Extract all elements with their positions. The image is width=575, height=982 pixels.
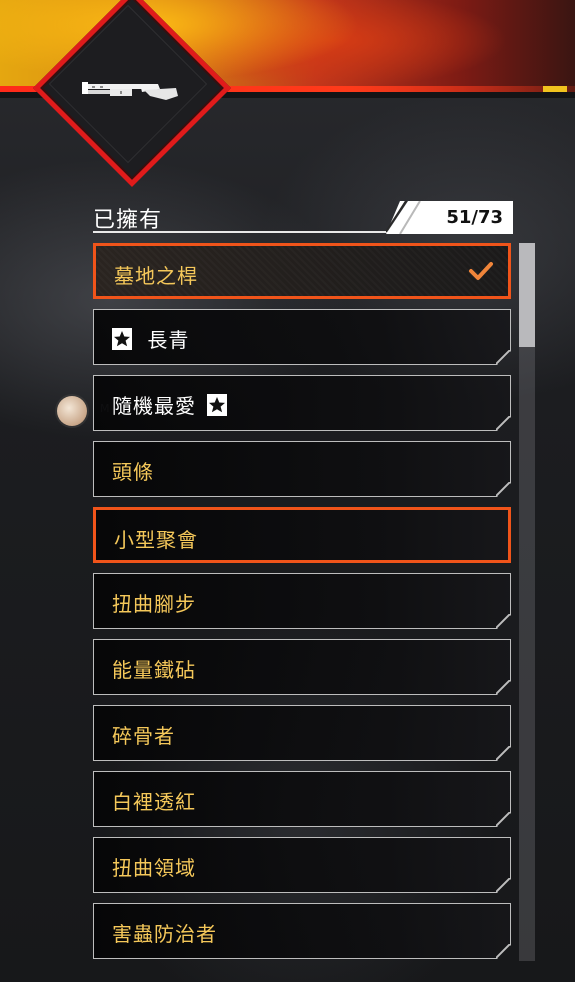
friend-avatar[interactable] xyxy=(57,396,87,426)
corner-notch xyxy=(496,878,510,892)
scrollbar-thumb[interactable] xyxy=(519,243,535,347)
favorite-star-icon xyxy=(207,394,227,416)
skin-label: 白裡透紅 xyxy=(112,790,196,814)
corner-notch xyxy=(496,680,510,694)
skin-item-selected[interactable]: 墓地之桿 xyxy=(93,243,511,299)
skin-item[interactable]: 碎骨者 xyxy=(93,705,511,761)
scrollbar-track[interactable] xyxy=(519,243,535,961)
skin-item[interactable]: 頭條 xyxy=(93,441,511,497)
skin-label: 扭曲腳步 xyxy=(112,592,196,616)
skin-item[interactable]: 隨機最愛 xyxy=(93,375,511,431)
favorite-star-icon xyxy=(112,328,132,350)
check-icon xyxy=(469,262,493,280)
skin-label: 扭曲領域 xyxy=(112,856,196,880)
skin-list: 墓地之桿 長青 隨機最愛 頭條 小型聚會 扭曲腳步 能量鐵砧 碎骨者 白裡透紅 … xyxy=(93,243,511,969)
skin-label-row: 隨機最愛 xyxy=(112,390,227,419)
skin-label: 小型聚會 xyxy=(114,528,198,552)
skin-item-equipped[interactable]: 小型聚會 xyxy=(93,507,511,563)
owned-title: 已擁有 xyxy=(93,208,163,233)
skin-label: 碎骨者 xyxy=(112,724,175,748)
skin-label: 害蟲防治者 xyxy=(112,922,217,946)
skin-item[interactable]: 白裡透紅 xyxy=(93,771,511,827)
skin-item[interactable]: 害蟲防治者 xyxy=(93,903,511,959)
skin-item[interactable]: 扭曲領域 xyxy=(93,837,511,893)
skin-label: 能量鐵砧 xyxy=(112,658,196,682)
skin-item[interactable]: 扭曲腳步 xyxy=(93,573,511,629)
skin-item[interactable]: 能量鐵砧 xyxy=(93,639,511,695)
skin-label-row: 長青 xyxy=(112,324,189,353)
corner-notch xyxy=(496,944,510,958)
corner-notch xyxy=(496,482,510,496)
corner-notch xyxy=(496,614,510,628)
corner-notch xyxy=(496,746,510,760)
corner-notch xyxy=(496,350,510,364)
shotgun-icon xyxy=(82,82,178,100)
corner-notch xyxy=(496,416,510,430)
owned-divider xyxy=(93,231,393,233)
skin-label: 頭條 xyxy=(112,460,154,484)
skin-label: 隨機最愛 xyxy=(112,394,196,418)
skin-item[interactable]: 長青 xyxy=(93,309,511,365)
corner-notch xyxy=(496,812,510,826)
skin-label: 墓地之桿 xyxy=(114,264,198,288)
owned-count: 51/73 xyxy=(446,207,503,228)
skin-label: 長青 xyxy=(147,328,190,352)
